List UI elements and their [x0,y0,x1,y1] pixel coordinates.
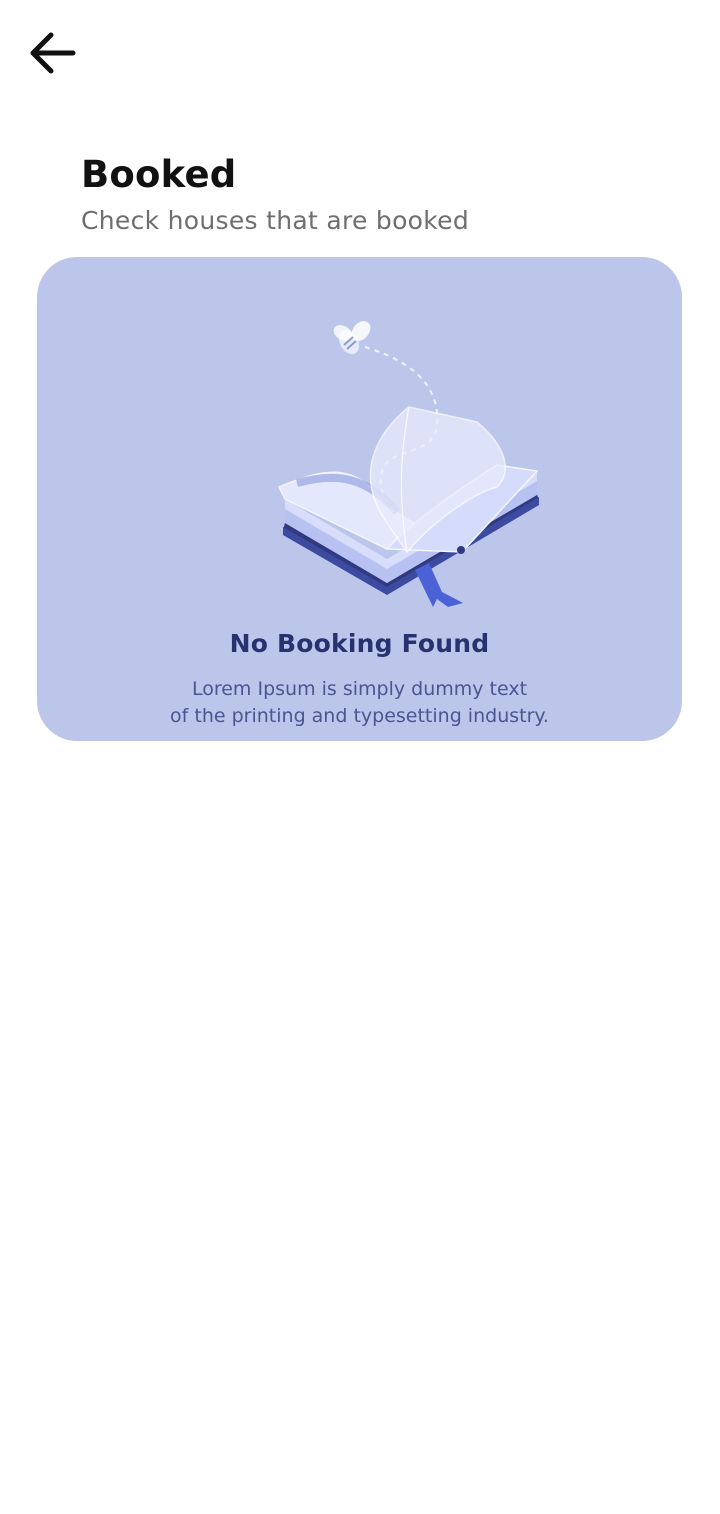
arrow-left-icon [30,32,76,74]
open-book-illustration [277,321,539,607]
empty-state-description-line-1: Lorem Ipsum is simply dummy text [191,678,528,700]
page-header: Booked Check houses that are booked [81,152,680,238]
empty-state-card: No Booking Found Lorem Ipsum is simply d… [37,257,682,741]
bee-icon [333,321,371,355]
empty-state-title: No Booking Found [229,629,490,658]
page-subtitle: Check houses that are booked [81,206,470,235]
empty-state-description: Lorem Ipsum is simply dummy text of the … [37,676,682,730]
empty-state-description-line-2: of the printing and typesetting industry… [170,705,549,727]
page-title: Booked [81,153,237,196]
back-button[interactable] [22,22,84,84]
booked-screen: Booked Check houses that are booked No B… [0,0,720,1514]
